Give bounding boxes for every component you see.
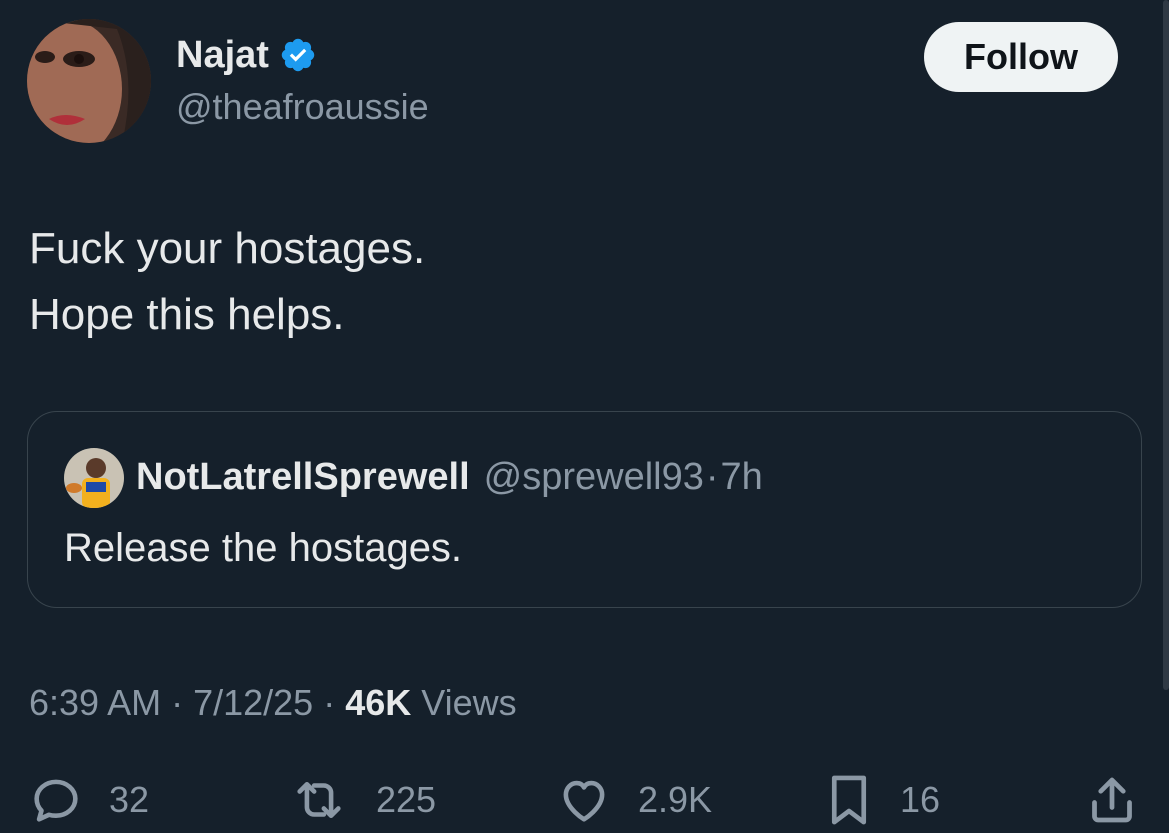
repost-button[interactable]: 225 xyxy=(286,770,436,830)
author-handle[interactable]: @theafroaussie xyxy=(176,84,429,130)
repost-count: 225 xyxy=(376,779,437,820)
follow-button[interactable]: Follow xyxy=(924,22,1118,92)
bookmark-count: 16 xyxy=(900,779,941,820)
avatar-image xyxy=(27,19,151,143)
heart-icon xyxy=(554,771,614,829)
views-label: Views xyxy=(421,682,517,723)
meta-separator: · xyxy=(171,682,184,723)
verified-badge-icon xyxy=(279,36,317,74)
quoted-avatar-image xyxy=(64,448,124,508)
quoted-tweet-header: NotLatrellSprewell @sprewell93 · 7h xyxy=(136,452,763,502)
tweet-time[interactable]: 6:39 AM xyxy=(29,680,161,726)
like-count: 2.9K xyxy=(638,779,713,820)
reply-icon xyxy=(27,771,85,829)
quoted-author-avatar xyxy=(64,448,124,508)
author-avatar[interactable] xyxy=(27,19,151,143)
share-icon xyxy=(1082,770,1142,830)
repost-icon xyxy=(286,771,352,829)
like-button[interactable]: 2.9K xyxy=(554,770,712,830)
reply-button[interactable]: 32 xyxy=(27,770,149,830)
tweet-text: Fuck your hostages. Hope this helps. xyxy=(29,224,426,339)
reply-count: 32 xyxy=(109,779,150,820)
scrollbar[interactable] xyxy=(1163,0,1169,690)
bookmark-button[interactable]: 16 xyxy=(822,770,940,830)
meta-separator: · xyxy=(323,682,336,723)
author-name[interactable]: Najat xyxy=(176,32,269,78)
tweet-meta: 6:39 AM · 7/12/25 · 46K Views xyxy=(29,680,517,726)
bookmark-icon xyxy=(822,770,876,830)
quoted-tweet-text: Release the hostages. xyxy=(64,526,463,570)
views-count: 46K xyxy=(345,682,412,723)
quoted-author-handle: @sprewell93 xyxy=(483,456,704,498)
share-button[interactable] xyxy=(1082,770,1142,830)
author-name-row[interactable]: Najat xyxy=(176,32,317,78)
tweet-date[interactable]: 7/12/25 xyxy=(193,680,313,726)
quoted-author-name: NotLatrellSprewell xyxy=(136,456,470,498)
quoted-tweet-card[interactable]: NotLatrellSprewell @sprewell93 · 7h Rele… xyxy=(27,411,1142,608)
quoted-timestamp: 7h xyxy=(720,456,763,498)
quoted-separator: · xyxy=(705,456,719,498)
